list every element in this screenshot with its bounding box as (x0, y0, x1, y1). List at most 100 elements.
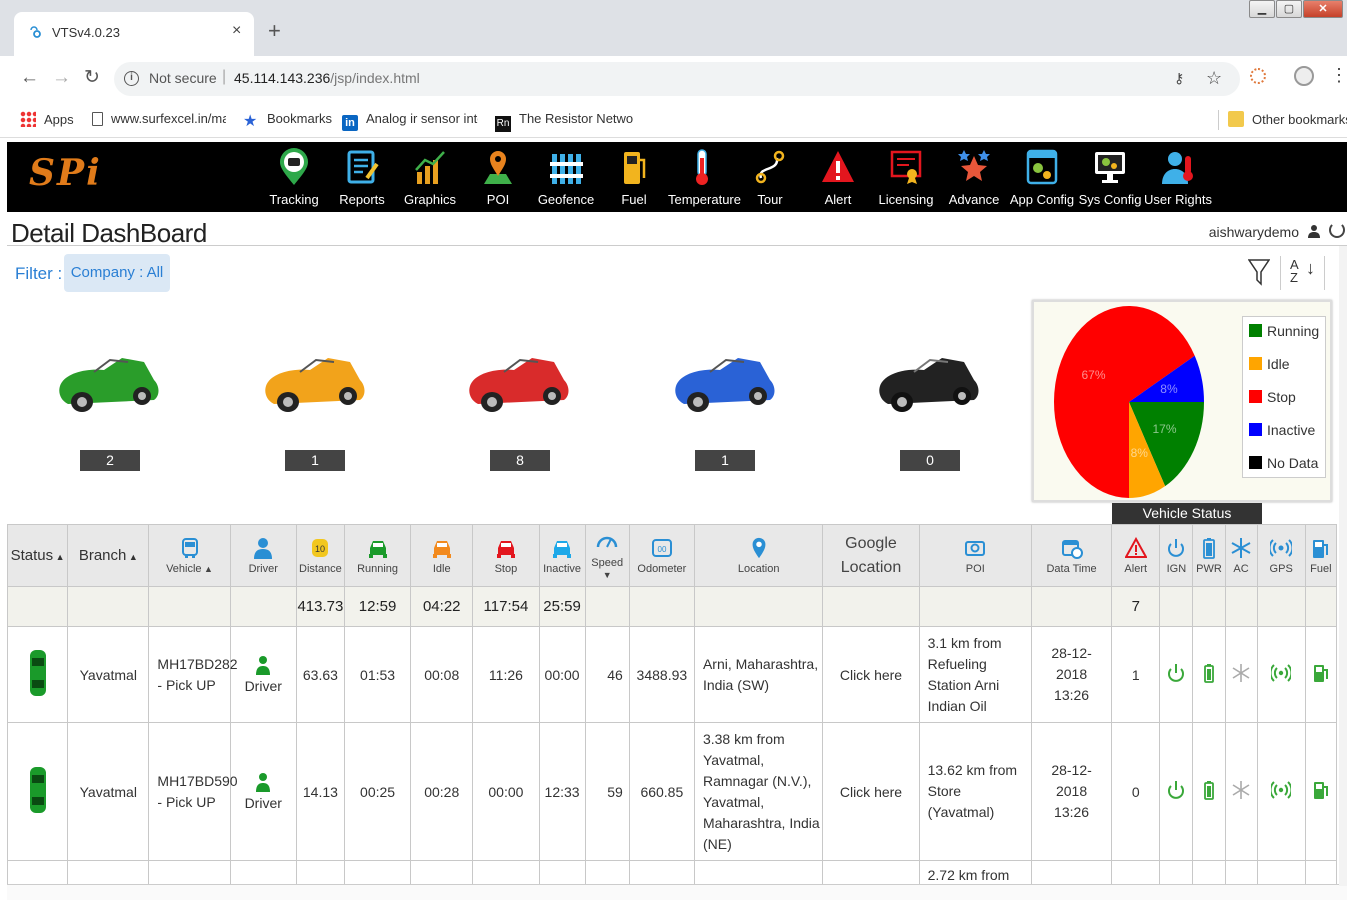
pie-slice-label: 67% (1081, 368, 1105, 382)
legend-label: Idle (1267, 356, 1290, 372)
nav-advance[interactable]: Advance (940, 148, 1008, 207)
vehicle-cell[interactable]: MH17BD590 - Pick UP (148, 722, 238, 861)
vertical-scrollbar[interactable] (1339, 246, 1347, 886)
minimize-button[interactable]: ▁ (1249, 0, 1275, 18)
address-bar[interactable]: i Not secure | 45.114.143.236/jsp/index.… (114, 62, 1240, 96)
car-running-icon[interactable] (54, 340, 164, 430)
car-nodata-icon[interactable] (874, 340, 984, 430)
col-inactive[interactable]: Inactive (538, 524, 586, 587)
legend-running[interactable]: Running (1249, 321, 1319, 354)
vehicle-cell[interactable]: MH17BD282 - Pick UP (148, 626, 238, 723)
ign-cell (1159, 626, 1194, 723)
nav-licensing[interactable]: Licensing (872, 148, 940, 207)
info-icon[interactable]: i (124, 71, 139, 86)
totals-cell (1224, 586, 1258, 627)
col-stop[interactable]: Stop (472, 524, 540, 587)
header-label: Status (10, 547, 54, 564)
nav-tracking[interactable]: Tracking (260, 148, 328, 207)
nav-fuel[interactable]: Fuel (600, 148, 668, 207)
new-tab-button[interactable]: + (268, 20, 281, 42)
bookmark-star-icon[interactable]: ☆ (1206, 68, 1222, 89)
col-speed[interactable]: Speed (584, 524, 630, 587)
nav-user-rights[interactable]: User Rights (1144, 148, 1212, 207)
legend-inactive[interactable]: Inactive (1249, 420, 1319, 453)
green-car-top-icon[interactable] (27, 648, 49, 698)
col-odometer[interactable]: 00 Odometer (628, 524, 695, 587)
extension-icon[interactable] (1250, 68, 1266, 84)
url-text[interactable]: 45.114.143.236/jsp/index.html (234, 70, 420, 86)
profile-icon[interactable] (1294, 66, 1314, 86)
forward-icon[interactable]: → (52, 68, 71, 87)
legend-nodata[interactable]: No Data (1249, 453, 1319, 486)
logout-power-icon[interactable] (1329, 222, 1345, 238)
bookmark-resistor[interactable]: Rn The Resistor Network (495, 111, 633, 132)
nav-label: Reports (339, 192, 385, 207)
col-running[interactable]: Running (343, 524, 412, 587)
nav-temperature[interactable]: Temperature (668, 148, 741, 207)
col-distance[interactable]: 10 Distance (295, 524, 345, 587)
driver-cell[interactable]: Driver (229, 626, 297, 723)
col-branch[interactable]: Branch (67, 524, 150, 587)
bookmark-analog-ir[interactable]: in Analog ir sensor inte (342, 111, 478, 131)
key-icon[interactable]: ⚷ (1174, 70, 1184, 87)
close-window-button[interactable]: ✕ (1303, 0, 1343, 18)
driver-cell[interactable]: Driver (229, 722, 297, 861)
table-row[interactable]: Yavatmal MH17BD590 - Pick UP Driver 14.1… (6, 722, 1338, 861)
bookmark-bookmarks[interactable]: ★ Bookmarks (243, 111, 332, 130)
col-idle[interactable]: Idle (410, 524, 474, 587)
alert-cell[interactable]: 1 (1111, 626, 1161, 723)
nav-reports[interactable]: Reports (328, 148, 396, 207)
car-idle-icon[interactable] (260, 340, 370, 430)
user-icon[interactable] (1307, 224, 1321, 238)
col-vehicle[interactable]: Vehicle (148, 524, 231, 587)
browser-menu-icon[interactable]: ⋮ (1330, 66, 1347, 84)
sort-az-icon[interactable]: A Z ↓ (1290, 258, 1320, 288)
legend-stop[interactable]: Stop (1249, 387, 1319, 420)
google-location-link[interactable]: Click here (822, 722, 920, 861)
running-cell: 00:25 (343, 722, 412, 861)
maximize-button[interactable]: ▢ (1276, 0, 1302, 18)
nav-poi[interactable]: POI (464, 148, 532, 207)
back-icon[interactable]: ← (20, 68, 39, 87)
browser-tab[interactable]: VTSv4.0.23 × (14, 12, 254, 56)
col-driver[interactable]: Driver (229, 524, 297, 587)
nav-geofence[interactable]: Geofence (532, 148, 600, 207)
filter-funnel-icon[interactable] (1248, 258, 1270, 286)
user-name[interactable]: aishwarydemo (1209, 224, 1299, 240)
col-ac[interactable]: AC (1224, 524, 1258, 587)
bookmark-other[interactable]: Other bookmarks (1228, 111, 1347, 127)
nav-app-config[interactable]: App Config (1008, 148, 1076, 207)
col-alert[interactable]: Alert (1111, 524, 1161, 587)
company-filter-chip[interactable]: Company : All (64, 254, 170, 292)
col-location[interactable]: Location (693, 524, 824, 587)
nav-sys-config[interactable]: Sys Config (1076, 148, 1144, 207)
col-fuel[interactable]: Fuel (1304, 524, 1338, 587)
col-ign[interactable]: IGN (1159, 524, 1194, 587)
nav-graphics[interactable]: Graphics (396, 148, 464, 207)
alert-cell[interactable]: 0 (1111, 722, 1161, 861)
nav-tour[interactable]: Tour (736, 148, 804, 207)
header-label: Alert (1124, 562, 1148, 575)
legend-idle[interactable]: Idle (1249, 354, 1319, 387)
bookmark-surfexcel[interactable]: www.surfexcel.in/mat (92, 111, 226, 126)
col-datetime[interactable]: Data Time (1030, 524, 1113, 587)
nav-alert[interactable]: Alert (804, 148, 872, 207)
col-poi[interactable]: POI (918, 524, 1032, 587)
col-google-location[interactable]: Google Location (822, 524, 920, 587)
header-label: Odometer (637, 562, 687, 575)
google-location-link[interactable]: Click here (822, 626, 920, 723)
linkedin-icon: in (342, 115, 358, 131)
green-car-top-icon[interactable] (27, 765, 49, 815)
app-logo[interactable]: SPi (29, 152, 102, 194)
legend-label: Inactive (1267, 422, 1316, 438)
col-status[interactable]: Status (6, 524, 69, 587)
tab-close-icon[interactable]: × (232, 22, 241, 40)
table-row[interactable]: Yavatmal MH17BD282 - Pick UP Driver 63.6… (6, 626, 1338, 723)
col-pwr[interactable]: PWR (1192, 524, 1226, 587)
bookmark-apps[interactable]: Apps (20, 111, 74, 127)
horizontal-scrollbar[interactable] (7, 884, 1347, 900)
car-inactive-icon[interactable] (670, 340, 780, 430)
reload-icon[interactable]: ↻ (84, 68, 100, 87)
col-gps[interactable]: GPS (1256, 524, 1306, 587)
car-stop-icon[interactable] (464, 340, 574, 430)
